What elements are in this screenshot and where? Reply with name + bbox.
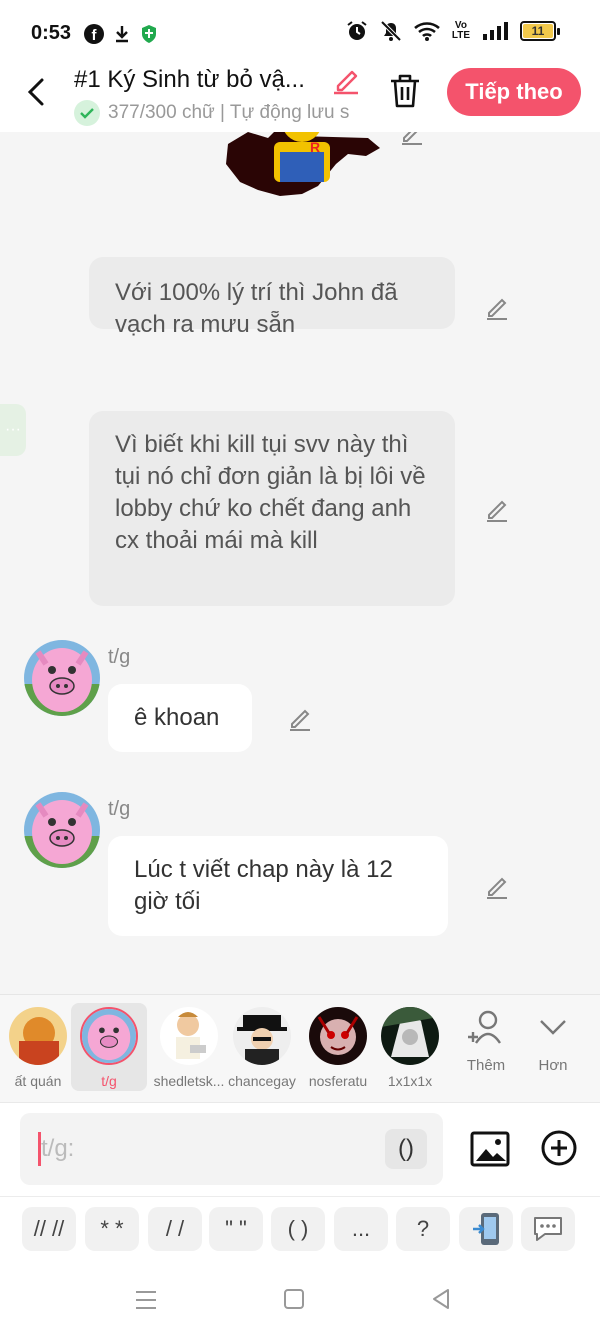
narration-text: Với 100% lý trí thì John đã vạch ra mưu … xyxy=(115,279,398,338)
character-item[interactable]: shedletsk... xyxy=(148,1003,230,1091)
character-item[interactable]: nosferatu xyxy=(300,1003,376,1091)
character-name: t/g xyxy=(101,1073,117,1089)
character-selector: ất quán t/g shedletsk... chancegay nosfe… xyxy=(0,994,600,1102)
more-button[interactable]: Hơn xyxy=(523,1007,583,1074)
sender-name: t/g xyxy=(108,798,131,820)
character-name: ất quán xyxy=(14,1073,62,1089)
chevron-down-icon xyxy=(540,1020,566,1035)
trash-icon[interactable] xyxy=(388,72,422,110)
character-name: nosferatu xyxy=(308,1073,368,1089)
narration-bubble[interactable]: Vì biết khi kill tụi svv này thì tụi nó … xyxy=(89,411,455,606)
character-item-selected[interactable]: t/g xyxy=(71,1003,147,1091)
more-label: Hơn xyxy=(538,1057,568,1074)
format-chip[interactable]: / / xyxy=(148,1207,202,1251)
format-chip[interactable]: ? xyxy=(396,1207,450,1251)
chat-area[interactable]: R Với 100% lý trí thì John đã vạch ra mư… xyxy=(0,132,600,994)
mute-icon xyxy=(380,20,402,42)
edit-message-icon[interactable] xyxy=(483,872,511,900)
phone-icon xyxy=(473,1213,499,1245)
parenthesis-toggle[interactable]: () xyxy=(385,1129,427,1169)
pig-avatar-icon xyxy=(24,792,100,868)
add-character-button[interactable]: Thêm xyxy=(456,1007,516,1074)
edit-message-icon[interactable] xyxy=(398,132,426,146)
word-count-status: 377/300 chữ | Tự động lưu s xyxy=(74,100,364,126)
side-pull-tab[interactable]: ··· xyxy=(0,404,26,456)
speech-bubble-icon xyxy=(534,1217,562,1241)
home-square-icon[interactable] xyxy=(283,1288,305,1310)
story-title[interactable]: #1 Ký Sinh từ bỏ vậ... xyxy=(74,66,328,94)
format-chip[interactable]: " " xyxy=(209,1207,263,1251)
next-button[interactable]: Tiếp theo xyxy=(447,68,581,116)
check-icon xyxy=(74,100,100,126)
character-item[interactable]: ất quán xyxy=(0,1003,76,1091)
edit-message-icon[interactable] xyxy=(483,293,511,321)
status-right-icons: Vo LTE 11 xyxy=(346,20,560,42)
menu-icon[interactable] xyxy=(134,1288,158,1312)
add-circle-icon[interactable] xyxy=(540,1129,578,1167)
edit-message-icon[interactable] xyxy=(286,704,314,732)
editor-header: #1 Ký Sinh từ bỏ vậ... 377/300 chữ | Tự … xyxy=(0,64,600,132)
character-item[interactable]: 1x1x1x xyxy=(378,1003,442,1091)
character-name: 1x1x1x xyxy=(387,1073,433,1089)
volte-bottom: LTE xyxy=(451,30,470,41)
message-input[interactable]: t/g: xyxy=(20,1113,443,1185)
pig-avatar-icon xyxy=(24,640,100,716)
status-left-icons: f xyxy=(84,24,158,44)
character-avatar xyxy=(9,1007,67,1065)
character-avatar xyxy=(381,1007,439,1065)
composer: t/g: () xyxy=(0,1102,600,1196)
sender-name: t/g xyxy=(108,646,131,668)
narration-text: Vì biết khi kill tụi svv này thì tụi nó … xyxy=(115,431,426,554)
shield-icon xyxy=(142,25,156,43)
narration-bubble[interactable]: Với 100% lý trí thì John đã vạch ra mưu … xyxy=(89,257,455,338)
input-prefix: t/g: xyxy=(41,1135,75,1162)
battery-level: 11 xyxy=(523,24,553,38)
character-avatar xyxy=(80,1007,138,1065)
system-nav-bar xyxy=(0,1260,600,1337)
word-count-text: 377/300 chữ | Tự động lưu s xyxy=(108,102,350,123)
add-person-icon xyxy=(468,1010,501,1044)
volte-icon: Vo LTE xyxy=(452,21,470,41)
image-icon[interactable] xyxy=(470,1129,510,1169)
avatar[interactable] xyxy=(24,640,100,716)
format-chip[interactable]: ( ) xyxy=(271,1207,325,1251)
battery-icon: 11 xyxy=(520,21,560,41)
status-bar: 0:53 f Vo LTE 11 xyxy=(0,0,600,64)
speech-bubble-chip[interactable] xyxy=(521,1207,575,1251)
avatar[interactable] xyxy=(24,792,100,868)
edit-title-icon[interactable] xyxy=(330,64,362,96)
edit-message-icon[interactable] xyxy=(483,495,511,523)
download-icon xyxy=(116,26,128,43)
back-triangle-icon[interactable] xyxy=(430,1288,452,1310)
phone-switch-chip[interactable] xyxy=(459,1207,513,1251)
character-name: chancegay xyxy=(228,1073,296,1089)
svg-text:R: R xyxy=(310,139,320,155)
format-chip[interactable]: ... xyxy=(334,1207,388,1251)
alarm-icon xyxy=(347,21,367,40)
format-chip[interactable]: * * xyxy=(85,1207,139,1251)
format-toolbar: // // * * / / " " ( ) ... ? xyxy=(0,1196,600,1260)
character-avatar xyxy=(233,1007,291,1065)
character-item[interactable]: chancegay xyxy=(224,1003,300,1091)
sticker-image: R xyxy=(226,132,380,196)
character-avatar xyxy=(309,1007,367,1065)
back-button[interactable] xyxy=(22,72,52,112)
dialogue-bubble[interactable]: ê khoan xyxy=(108,684,252,752)
dialogue-bubble[interactable]: Lúc t viết chap này là 12 giờ tối xyxy=(108,836,448,936)
facebook-icon: f xyxy=(84,24,104,44)
character-name: shedletsk... xyxy=(153,1073,225,1089)
dialogue-text: ê khoan xyxy=(134,704,220,731)
wifi-icon xyxy=(413,22,440,41)
format-chip[interactable]: // // xyxy=(22,1207,76,1251)
dialogue-text: Lúc t viết chap này là 12 giờ tối xyxy=(134,856,393,915)
add-character-label: Thêm xyxy=(466,1057,506,1074)
signal-icon xyxy=(483,22,508,40)
character-avatar xyxy=(160,1007,218,1065)
status-time: 0:53 xyxy=(31,22,72,44)
